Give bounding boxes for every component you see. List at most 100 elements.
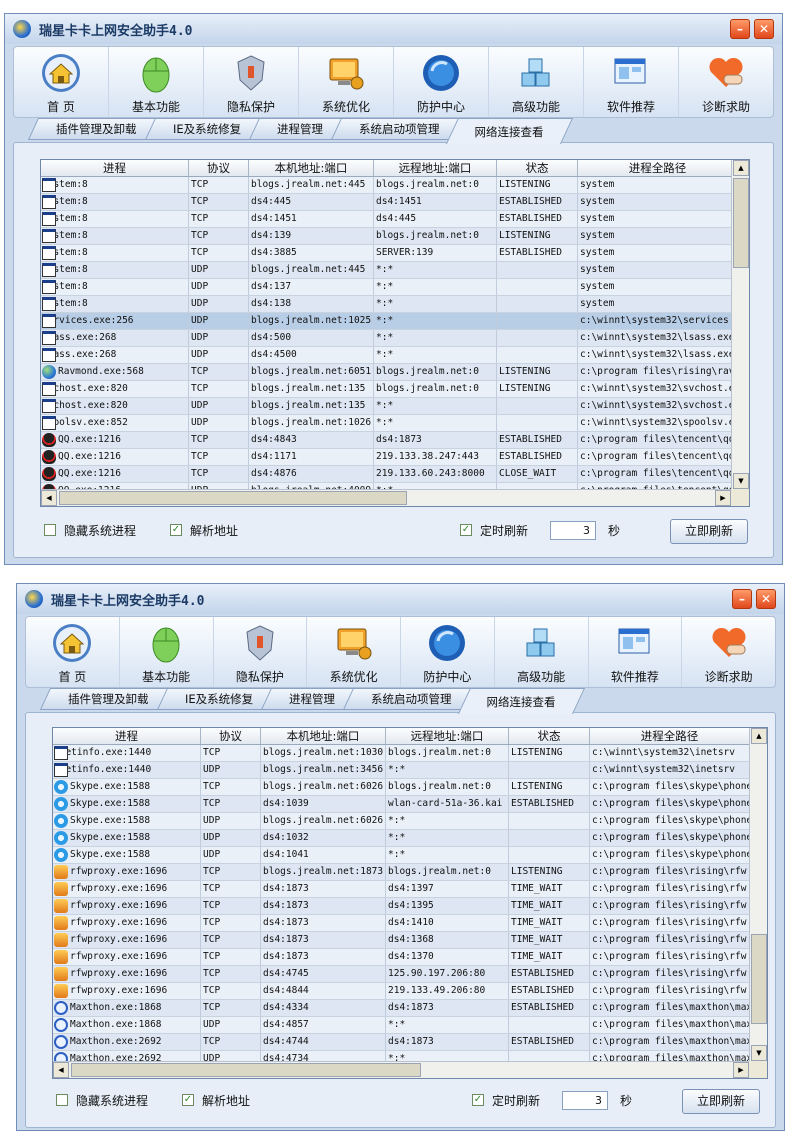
table-row[interactable]: System:8 TCP ds4:445 ds4:1451 ESTABLISHED sys… [41,194,731,211]
toolbar-software[interactable]: 软件推荐 [589,617,683,687]
table-row[interactable]: services.exe:256 UDP blogs.jrealm.net:1025… [41,313,731,330]
table-row[interactable]: Maxthon.exe:1868 UDP ds4:4857 *:* c:\program… [53,1017,749,1034]
column-header-path[interactable]: 进程全路径 [578,160,738,176]
table-row[interactable]: lsass.exe:268 UDP ds4:500 *:* c:\winnt\syste… [41,330,731,347]
table-row[interactable]: System:8 TCP ds4:3885 SERVER:139 ESTABLISHED… [41,245,731,262]
toolbar-advanced[interactable]: 高级功能 [489,47,584,117]
table-row[interactable]: svchost.exe:820 UDP blogs.jrealm.net:135 *:… [41,398,731,415]
column-header-process[interactable]: 进程 [41,160,189,176]
table-row[interactable]: rfwproxy.exe:1696 TCP ds4:1873 ds4:1370 TIME… [53,949,749,966]
table-row[interactable]: svchost.exe:820 TCP blogs.jrealm.net:135 bl… [41,381,731,398]
hide-system-checkbox[interactable] [44,524,56,536]
toolbar-basic[interactable]: 基本功能 [109,47,204,117]
table-row[interactable]: lsass.exe:268 UDP ds4:4500 *:* c:\winnt\syst… [41,347,731,364]
column-header-remote[interactable]: 远程地址:端口 [374,160,497,176]
horizontal-scrollbar[interactable]: ◀ ▶ [41,489,731,506]
tab-network[interactable]: 网络连接查看 [446,118,574,144]
toolbar-help[interactable]: 诊断求助 [682,617,775,687]
table-row[interactable]: Maxthon.exe:2692 UDP ds4:4734 *:* c:\program… [53,1051,749,1061]
resolve-address-checkbox[interactable]: ✓ [182,1094,194,1106]
table-row[interactable]: rfwproxy.exe:1696 TCP ds4:4745 125.90.197.2… [53,966,749,983]
table-row[interactable]: System:8 TCP ds4:1451 ds4:445 ESTABLISHED sys… [41,211,731,228]
table-row[interactable]: rfwproxy.exe:1696 TCP ds4:1873 ds4:1368 TIME… [53,932,749,949]
scroll-right-icon[interactable]: ▶ [733,1062,749,1078]
table-row[interactable]: QQ.exe:1216 TCP ds4:4876 219.133.60.243:800… [41,466,731,483]
scroll-right-icon[interactable]: ▶ [715,490,731,506]
tab-startup[interactable]: 系统启动项管理 [342,688,480,710]
refresh-now-button[interactable]: 立即刷新 [682,1089,760,1114]
toolbar-privacy[interactable]: 隐私保护 [214,617,308,687]
interval-input[interactable]: 3 [550,521,596,540]
table-row[interactable]: System:8 UDP ds4:138 *:* system [41,296,731,313]
toolbar-protection[interactable]: 防护中心 [401,617,495,687]
tab-startup[interactable]: 系统启动项管理 [330,118,468,140]
table-row[interactable]: QQ.exe:1216 TCP ds4:4843 ds4:1873 ESTABLISHE… [41,432,731,449]
scroll-down-icon[interactable]: ▼ [751,1045,767,1061]
column-header-process[interactable]: 进程 [53,728,201,744]
toolbar-software[interactable]: 软件推荐 [584,47,679,117]
column-header-state[interactable]: 状态 [509,728,590,744]
table-row[interactable]: Maxthon.exe:2692 TCP ds4:4744 ds4:1873 ESTAB… [53,1034,749,1051]
resolve-address-checkbox[interactable]: ✓ [170,524,182,536]
hscroll-thumb[interactable] [59,491,407,505]
hide-system-checkbox[interactable] [56,1094,68,1106]
minimize-button[interactable]: – [732,589,752,609]
title-bar[interactable]: 瑞星卡卡上网安全助手4.0 – ✕ [5,14,782,44]
toolbar-protection[interactable]: 防护中心 [394,47,489,117]
toolbar-optimize[interactable]: 系统优化 [299,47,394,117]
table-row[interactable]: Skype.exe:1588 UDP ds4:1032 *:* c:\program f… [53,830,749,847]
table-row[interactable]: System:8 TCP ds4:139 blogs.jrealm.net:0 LIST… [41,228,731,245]
timer-refresh-checkbox[interactable]: ✓ [460,524,472,536]
title-bar[interactable]: 瑞星卡卡上网安全助手4.0 – ✕ [17,584,784,614]
scroll-up-icon[interactable]: ▲ [733,160,749,176]
column-header-local[interactable]: 本机地址:端口 [249,160,374,176]
toolbar-home[interactable]: 首 页 [14,47,109,117]
refresh-now-button[interactable]: 立即刷新 [670,519,748,544]
table-row[interactable]: Skype.exe:1588 UDP ds4:1041 *:* c:\program f… [53,847,749,864]
table-row[interactable]: Skype.exe:1588 TCP blogs.jrealm.net:6026 bl… [53,779,749,796]
table-row[interactable]: System:8 UDP blogs.jrealm.net:445 *:* system [41,262,731,279]
scroll-thumb[interactable] [733,178,749,268]
toolbar-help[interactable]: 诊断求助 [679,47,773,117]
table-row[interactable]: rfwproxy.exe:1696 TCP blogs.jrealm.net:187… [53,864,749,881]
tab-plugins[interactable]: 插件管理及卸载 [39,688,177,710]
column-header-path[interactable]: 进程全路径 [590,728,750,744]
column-header-local[interactable]: 本机地址:端口 [261,728,386,744]
table-row[interactable]: Skype.exe:1588 TCP ds4:1039 wlan-card-51a-3… [53,796,749,813]
close-button[interactable]: ✕ [754,19,774,39]
minimize-button[interactable]: – [730,19,750,39]
interval-input[interactable]: 3 [562,1091,608,1110]
toolbar-advanced[interactable]: 高级功能 [495,617,589,687]
table-row[interactable]: spoolsv.exe:852 UDP blogs.jrealm.net:1026 *… [41,415,731,432]
vertical-scrollbar[interactable]: ▲ ▼ [749,728,767,1061]
tab-plugins[interactable]: 插件管理及卸载 [27,118,165,140]
table-row[interactable]: rfwproxy.exe:1696 TCP ds4:4844 219.133.49.2… [53,983,749,1000]
toolbar-privacy[interactable]: 隐私保护 [204,47,299,117]
vertical-scrollbar[interactable]: ▲ ▼ [731,160,749,489]
table-row[interactable]: rfwproxy.exe:1696 TCP ds4:1873 ds4:1397 TIME… [53,881,749,898]
toolbar-optimize[interactable]: 系统优化 [307,617,401,687]
table-row[interactable]: QQ.exe:1216 TCP ds4:1171 219.133.38.247:443… [41,449,731,466]
scroll-down-icon[interactable]: ▼ [733,473,749,489]
close-button[interactable]: ✕ [756,589,776,609]
table-row[interactable]: rfwproxy.exe:1696 TCP ds4:1873 ds4:1410 TIME… [53,915,749,932]
table-row[interactable]: System:8 UDP ds4:137 *:* system [41,279,731,296]
table-row[interactable]: Ravmond.exe:568 TCP blogs.jrealm.net:6051 b… [41,364,731,381]
horizontal-scrollbar[interactable]: ◀ ▶ [53,1061,749,1078]
toolbar-home[interactable]: 首 页 [26,617,120,687]
table-row[interactable]: System:8 TCP blogs.jrealm.net:445 blogs.jre… [41,177,731,194]
timer-refresh-checkbox[interactable]: ✓ [472,1094,484,1106]
column-header-state[interactable]: 状态 [497,160,578,176]
column-header-protocol[interactable]: 协议 [201,728,261,744]
column-header-protocol[interactable]: 协议 [189,160,249,176]
tab-network[interactable]: 网络连接查看 [458,688,586,714]
table-row[interactable]: Maxthon.exe:1868 TCP ds4:4334 ds4:1873 ESTAB… [53,1000,749,1017]
scroll-left-icon[interactable]: ◀ [53,1062,69,1078]
table-row[interactable]: inetinfo.exe:1440 TCP blogs.jrealm.net:103… [53,745,749,762]
scroll-left-icon[interactable]: ◀ [41,490,57,506]
toolbar-basic[interactable]: 基本功能 [120,617,214,687]
table-row[interactable]: rfwproxy.exe:1696 TCP ds4:1873 ds4:1395 TIME… [53,898,749,915]
scroll-up-icon[interactable]: ▲ [751,728,767,744]
hscroll-thumb[interactable] [71,1063,421,1077]
column-header-remote[interactable]: 远程地址:端口 [386,728,509,744]
